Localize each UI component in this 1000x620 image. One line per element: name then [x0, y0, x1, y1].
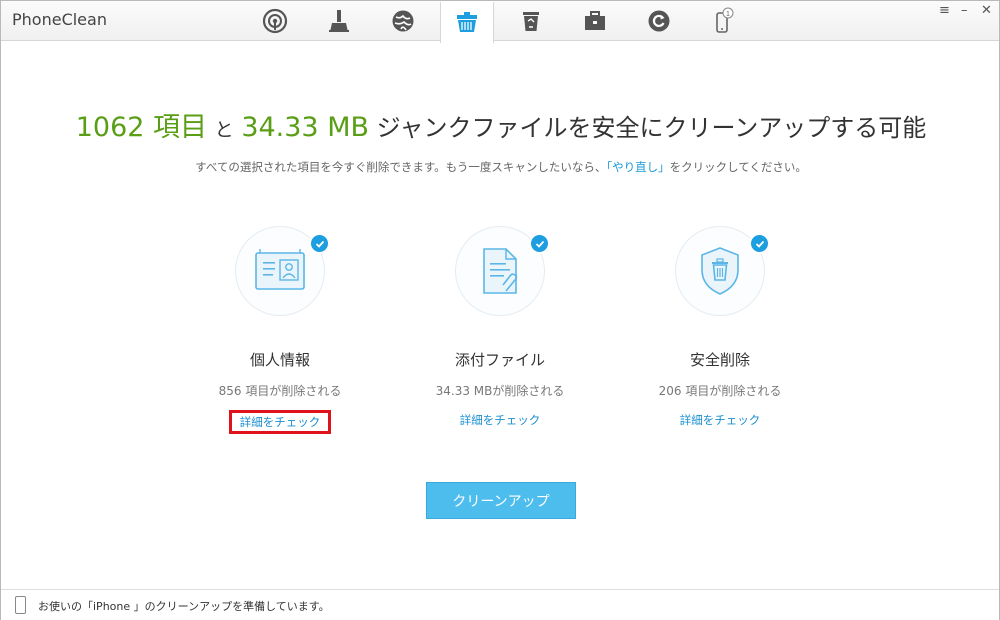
check-icon[interactable]	[309, 233, 330, 254]
card-title: 安全削除	[689, 351, 750, 369]
instruction-after: をクリックしてください。	[669, 160, 807, 174]
card-title: 個人情報	[249, 351, 310, 369]
card-count: 34.33 MBが削除される	[435, 384, 565, 398]
instruction-before: すべての選択された項目を今すぐ削除できます。もう一度スキャンしたいなら、	[195, 160, 607, 174]
item-count: 1062 項目	[75, 112, 208, 143]
device-badge: 1	[726, 11, 730, 18]
toolbox-icon[interactable]	[569, 1, 621, 41]
device-icon[interactable]: 1	[697, 1, 749, 41]
view-details-link[interactable]: 詳細をチェック	[674, 410, 767, 430]
cleanup-button[interactable]: クリーンアップ	[426, 482, 576, 519]
card-personal-info: 個人情報 856 項目が削除される 詳細をチェック	[190, 226, 370, 434]
check-icon[interactable]	[749, 233, 770, 254]
status-message: お使いの「iPhone 」のクリーンアップを準備しています。	[38, 600, 330, 613]
app-window: PhoneClean 1 ≡ – ✕ 1062 項目 と 34.33 MB ジャ…	[0, 0, 1000, 620]
silent-clean-icon[interactable]	[440, 1, 494, 43]
view-details-link[interactable]: 詳細をチェック	[228, 410, 332, 434]
check-icon[interactable]	[529, 233, 550, 254]
junk-size: 34.33 MB	[241, 112, 370, 143]
signal-icon[interactable]	[249, 1, 301, 41]
id-card-icon	[255, 249, 305, 290]
menu-icon[interactable]: ≡	[939, 3, 950, 18]
card-icon-circle	[675, 226, 770, 316]
card-icon-circle	[235, 226, 330, 316]
recycle-icon[interactable]	[505, 1, 557, 41]
quick-clean-icon[interactable]	[313, 1, 365, 41]
card-title: 添付ファイル	[454, 351, 545, 369]
close-button[interactable]: ✕	[981, 3, 992, 18]
summary-headline: 1062 項目 と 34.33 MB ジャンクファイルを安全にクリーンアップする…	[1, 105, 1000, 144]
status-bar: お使いの「iPhone 」のクリーンアップを準備しています。	[1, 589, 999, 620]
card-count: 856 項目が削除される	[218, 384, 342, 398]
card-icon-circle	[455, 226, 550, 316]
attachment-file-icon	[483, 248, 518, 294]
internet-clean-icon[interactable]	[377, 1, 429, 41]
redo-link[interactable]: 「やり直し」	[606, 160, 669, 174]
card-secure-delete: 安全削除 206 項目が削除される 詳細をチェック	[630, 226, 810, 430]
phone-icon	[15, 596, 26, 614]
instruction-text: すべての選択された項目を今すぐ削除できます。もう一度スキャンしたいなら、「やり直…	[1, 159, 1000, 175]
app-title: PhoneClean	[12, 10, 107, 29]
minimize-button[interactable]: –	[961, 3, 968, 18]
restore-icon[interactable]	[633, 1, 685, 41]
view-details-link[interactable]: 詳細をチェック	[454, 410, 547, 430]
card-count: 206 項目が削除される	[658, 384, 782, 398]
headline-text: ジャンクファイルを安全にクリーンアップする可能	[376, 114, 927, 142]
shield-trash-icon	[701, 247, 739, 295]
headline-conj: と	[214, 119, 234, 141]
card-attachments: 添付ファイル 34.33 MBが削除される 詳細をチェック	[410, 226, 590, 430]
title-bar: PhoneClean 1 ≡ – ✕	[1, 1, 999, 43]
